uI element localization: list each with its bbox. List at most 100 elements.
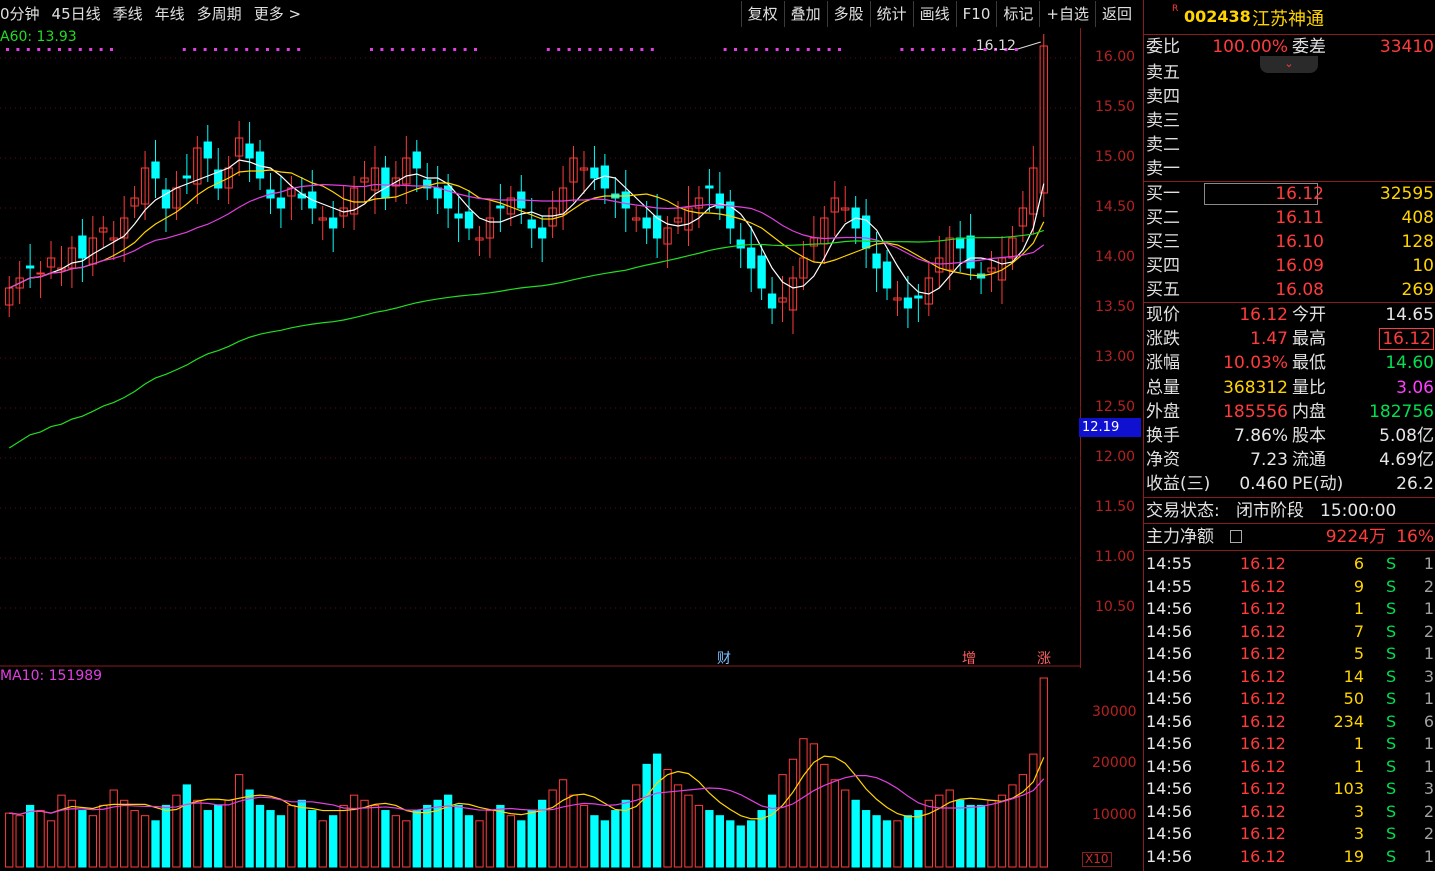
signal-dot (962, 48, 966, 51)
volume-bar (308, 810, 317, 868)
toolbar-action-button[interactable]: 复权 (740, 1, 784, 27)
period-tab[interactable]: 45日线 (47, 0, 108, 28)
signal-dot (390, 48, 394, 51)
event-marker: 涨 (1037, 651, 1051, 667)
signal-dot (411, 48, 415, 51)
signal-dot (193, 48, 197, 51)
volume-bar (652, 753, 662, 868)
signal-dot (931, 48, 935, 51)
volume-bar (25, 804, 35, 868)
period-tab[interactable]: 多周期 (192, 0, 249, 28)
tick-row[interactable]: 14:56 16.12 5 S 1 (1144, 643, 1435, 666)
stock-name[interactable]: 江苏神通 (1252, 5, 1324, 31)
buy-row[interactable]: 买三 16.10 128 (1144, 230, 1435, 254)
tick-row[interactable]: 14:56 16.12 1 S 1 (1144, 598, 1435, 621)
tick-row[interactable]: 14:56 16.12 7 S 2 (1144, 621, 1435, 644)
wei-bi-label: 委比 (1146, 37, 1180, 57)
price-tick-label: 14.00 (1095, 249, 1136, 265)
signal-dot (578, 48, 581, 51)
buy-row[interactable]: 买五 16.08 269 (1144, 278, 1435, 302)
volume-bar (245, 789, 254, 868)
candle-body (966, 235, 975, 269)
tick-count: 6 (1423, 711, 1434, 731)
toolbar-action-button[interactable]: 叠加 (783, 1, 827, 27)
tick-price: 16.12 (1240, 666, 1286, 686)
tick-row[interactable]: 14:56 16.12 1 S 1 (1144, 756, 1435, 779)
volume-bar (872, 815, 881, 868)
tick-side: S (1386, 779, 1397, 798)
buy-row[interactable]: 买二 16.11 408 (1144, 206, 1435, 230)
quote-row: 涨跌 1.47 最高 16.12 (1144, 327, 1435, 351)
event-marker: 财 (717, 651, 731, 667)
period-tab[interactable]: 0分钟 (0, 0, 47, 28)
tick-volume: 1 (1353, 734, 1364, 753)
signal-dot (297, 48, 301, 51)
candle-body (454, 213, 463, 219)
buy-row[interactable]: 买四 16.09 10 (1144, 254, 1435, 278)
volume-bar (694, 804, 704, 868)
quote-label: 净资 (1146, 450, 1180, 471)
candle-body (747, 247, 756, 269)
tick-side: S (1386, 756, 1397, 776)
quote-row: 外盘 185556 内盘 182756 (1144, 400, 1435, 424)
period-tab[interactable]: 年线 (150, 0, 192, 28)
buy-row[interactable]: 买一 16.12 32595 (1144, 182, 1435, 206)
stock-code[interactable]: 002438 (1184, 7, 1251, 26)
signal-dot (286, 48, 290, 51)
tick-row[interactable]: 14:56 16.12 234 S 6 (1144, 711, 1435, 734)
toolbar-action-button[interactable]: 画线 (912, 1, 956, 27)
price-tick-label: 13.50 (1095, 299, 1136, 315)
event-marker: 增 (962, 651, 976, 667)
tick-row[interactable]: 14:56 16.12 50 S 1 (1144, 688, 1435, 711)
toolbar-action-button[interactable]: 标记 (996, 1, 1039, 27)
tick-row[interactable]: 14:56 16.12 3 S 2 (1144, 801, 1435, 824)
quote-label: 外盘 (1146, 401, 1180, 422)
toolbar-action-button[interactable]: 返回 (1094, 1, 1138, 27)
main-force-value: 9224万 (1325, 527, 1386, 547)
tick-row[interactable]: 14:56 16.12 19 S 1 (1144, 846, 1435, 869)
list-icon[interactable] (1230, 530, 1242, 543)
quote-value: 4.69亿 (1379, 450, 1434, 471)
trade-status-value: 闭市阶段 (1236, 501, 1304, 521)
tick-count: 1 (1423, 554, 1434, 573)
tick-side: S (1386, 576, 1397, 596)
kline-chart[interactable]: 16.12 财 增 涨 (0, 28, 1081, 868)
candle-body (882, 261, 892, 289)
volume-bar (726, 820, 735, 868)
buy-volume: 408 (1401, 208, 1434, 228)
tick-row[interactable]: 14:56 16.12 3 S 2 (1144, 823, 1435, 846)
volume-bar (67, 799, 77, 868)
divider (1144, 523, 1435, 524)
tick-row[interactable]: 14:56 16.12 14 S 3 (1144, 666, 1435, 689)
volume-bar (611, 810, 620, 868)
sell-level-label: 卖二 (1146, 135, 1180, 155)
sell-level-label: 卖四 (1146, 87, 1180, 107)
signal-dot (900, 48, 904, 51)
tick-side: S (1386, 621, 1397, 641)
tick-volume: 1 (1353, 756, 1364, 776)
volume-bar (182, 784, 192, 868)
tick-row[interactable]: 14:56 16.12 1 S 1 (1144, 733, 1435, 756)
tick-price: 16.12 (1240, 554, 1286, 573)
toolbar-action-button[interactable]: +自选 (1039, 1, 1095, 27)
tick-row[interactable]: 14:55 16.12 9 S 2 (1144, 576, 1435, 599)
signal-dot (567, 48, 571, 51)
tick-price: 16.12 (1240, 621, 1286, 641)
toolbar-action-button[interactable]: 统计 (869, 1, 913, 27)
period-tab[interactable]: 更多 > (249, 0, 308, 28)
volume-bar (109, 789, 118, 868)
signal-dot (838, 48, 841, 51)
volume-bar (527, 810, 536, 868)
tick-row[interactable]: 14:55 16.12 6 S 1 (1144, 553, 1435, 576)
quote-value: 14.60 (1385, 353, 1434, 374)
tick-row[interactable]: 14:56 16.12 103 S 3 (1144, 778, 1435, 801)
signal-dot (182, 48, 186, 51)
volume-bar (255, 804, 265, 868)
period-tab[interactable]: 季线 (108, 0, 150, 28)
quote-label: 今开 (1292, 305, 1326, 325)
toolbar-action-button[interactable]: F10 (955, 1, 997, 27)
signal-dot (609, 48, 613, 51)
quote-label: 涨跌 (1146, 329, 1180, 350)
candle-body (203, 141, 212, 159)
toolbar-action-button[interactable]: 多股 (826, 1, 870, 27)
